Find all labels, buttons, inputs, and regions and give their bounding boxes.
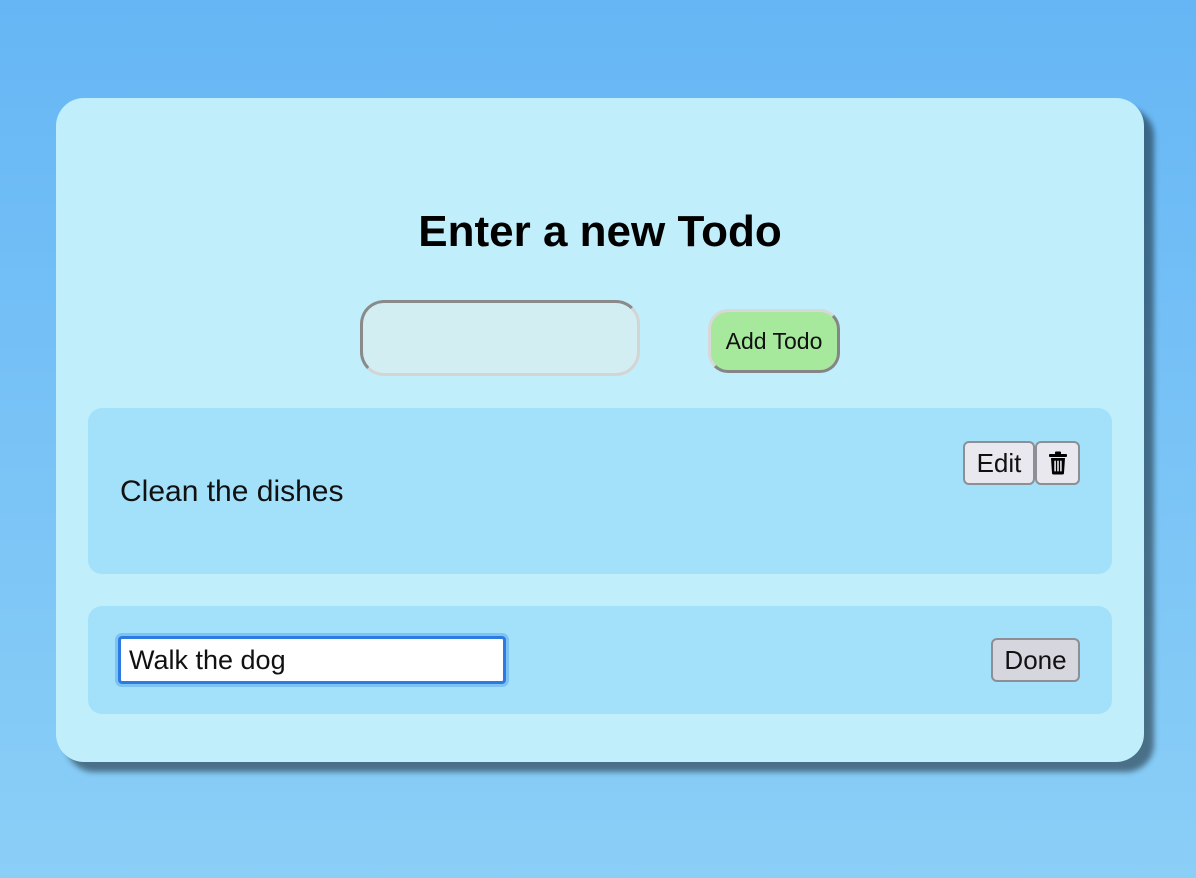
todo-item-text: Clean the dishes xyxy=(120,475,344,508)
trash-icon xyxy=(1048,451,1067,475)
todo-item: Clean the dishes Edit xyxy=(88,408,1112,574)
done-button[interactable]: Done xyxy=(991,638,1080,682)
add-todo-button[interactable]: Add Todo xyxy=(708,309,840,373)
new-todo-input[interactable] xyxy=(360,300,640,376)
page-title: Enter a new Todo xyxy=(418,207,782,256)
delete-button[interactable] xyxy=(1035,441,1080,485)
edit-button[interactable]: Edit xyxy=(963,441,1035,485)
todo-item-editing: Done xyxy=(88,606,1112,714)
todo-card: Enter a new Todo Add Todo Clean the dish… xyxy=(56,98,1144,762)
edit-todo-input[interactable] xyxy=(118,636,506,684)
